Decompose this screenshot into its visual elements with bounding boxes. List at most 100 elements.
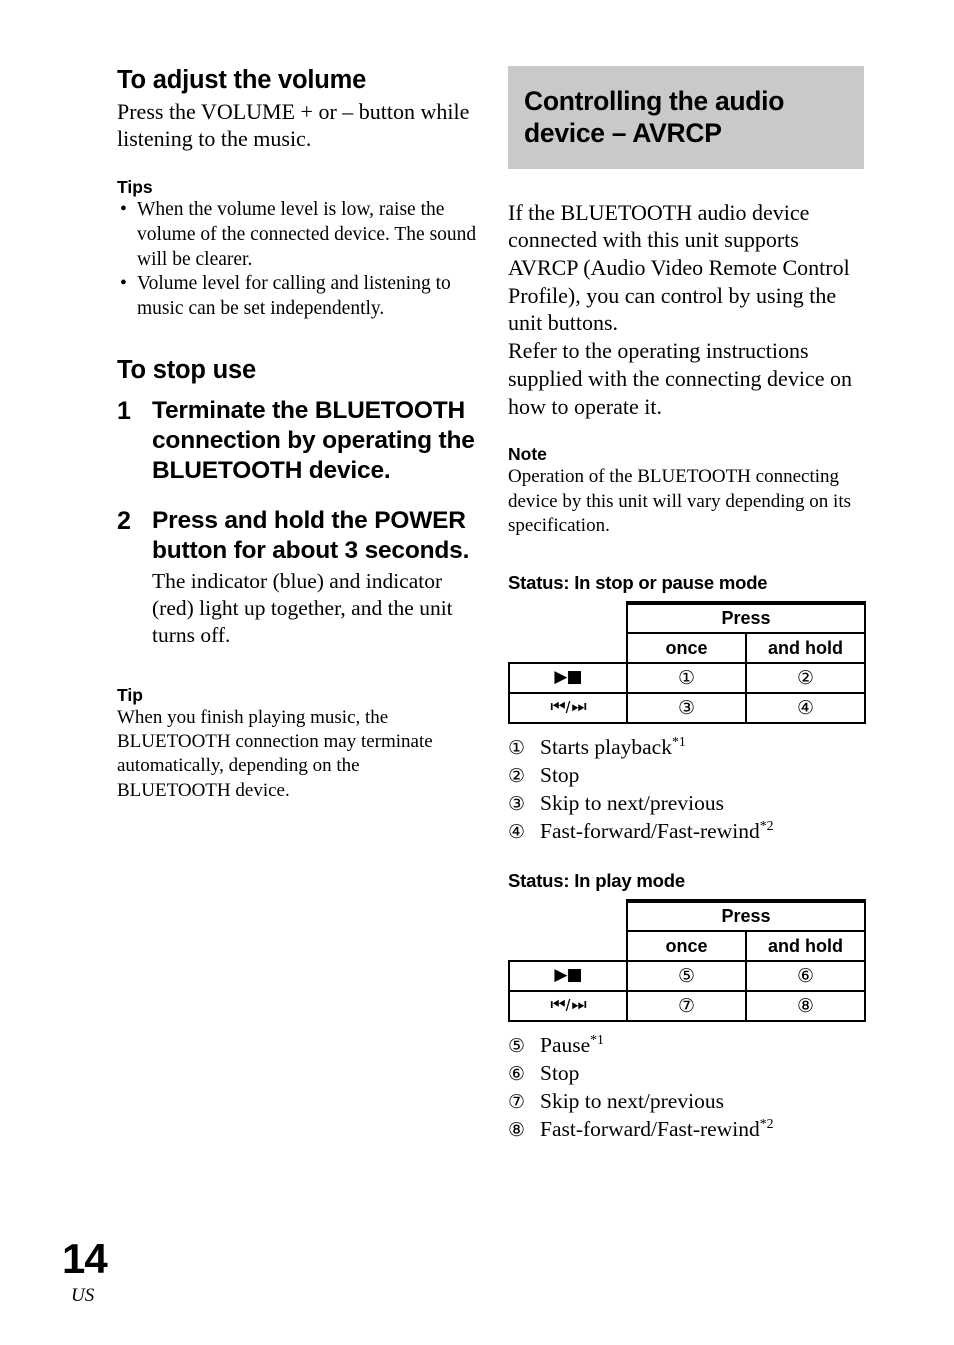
list-item: ② Stop (508, 762, 864, 790)
column-header-once: once (626, 632, 747, 665)
row-label-play-stop: ▶ ■ (508, 960, 628, 993)
play-icon: ▶ (554, 667, 567, 688)
left-column: To adjust the volume Press the VOLUME + … (117, 66, 477, 803)
tip-text: Volume level for calling and listening t… (137, 273, 451, 320)
list-item: ③ Skip to next/previous (508, 790, 864, 818)
legend-text: Pause*1 (540, 1031, 604, 1058)
heading-status-play-mode: Status: In play mode (508, 869, 685, 891)
step-body: Terminate the BLUETOOTH connection by op… (152, 396, 477, 486)
footnote-marker: *1 (590, 1031, 604, 1047)
list-item: • When the volume level is low, raise th… (117, 198, 477, 272)
step-number: 1 (117, 397, 131, 426)
legend-marker: ④ (508, 820, 526, 843)
legend-text: Stop (540, 763, 580, 788)
table-row: ⏮ / ⏭ ⑦ ⑧ (508, 990, 867, 1023)
list-item: ① Starts playback*1 (508, 734, 864, 762)
skip-next-icon: ⏭ (571, 995, 586, 1016)
table-row: ⏮ / ⏭ ③ ④ (508, 692, 867, 725)
legend-text: Skip to next/previous (540, 1089, 724, 1113)
heading-to-stop-use: To stop use (117, 355, 256, 384)
skip-prev-next-icon: ⏮ / ⏭ (550, 995, 586, 1016)
cell-marker: ⑦ (626, 990, 747, 1023)
cell-marker: ⑧ (744, 990, 867, 1023)
page-title-banner: Controlling the audio device – AVRCP (508, 66, 864, 169)
column-header-and-hold: and hold (744, 930, 867, 963)
row-label-skip-prev-next: ⏮ / ⏭ (508, 990, 628, 1023)
legend-marker: ⑧ (508, 1118, 526, 1141)
column-group-header-press: Press (625, 601, 867, 635)
footnote-marker: *2 (759, 1115, 774, 1131)
skip-next-icon: ⏭ (571, 697, 586, 718)
separator-icon: / (565, 996, 571, 1016)
legend-marker: ③ (508, 792, 526, 815)
press-table-play-mode: Press once and hold ▶ ■ ⑤ ⑥ ⏮ / ⏭ ⑦ ⑧ (508, 899, 867, 1023)
table-row: ▶ ■ ① ② (508, 662, 867, 695)
legend-list-stop-pause: ① Starts playback*1 ② Stop ③ Skip to nex… (508, 734, 864, 846)
page-footer: 14 US (62, 1235, 108, 1306)
play-stop-icon: ▶ ■ (554, 667, 583, 688)
avrcp-intro-paragraph-1: If the BLUETOOTH audio device connected … (508, 199, 850, 336)
legend-marker: ⑦ (508, 1091, 526, 1113)
tip-text: When the volume level is low, raise the … (137, 199, 477, 270)
legend-marker: ⑤ (508, 1035, 526, 1058)
list-item: ⑥ Stop (508, 1060, 864, 1088)
legend-marker: ② (508, 765, 526, 788)
corner-blank-cell (509, 931, 627, 961)
corner-blank-cell (509, 603, 627, 633)
table-header-row: Press (509, 601, 867, 635)
skip-prev-next-icon: ⏮ / ⏭ (550, 697, 586, 718)
list-item: ⑦ Skip to next/previous (508, 1088, 864, 1116)
step-title: Press and hold the POWER button for abou… (152, 507, 470, 564)
column-header-once: once (626, 930, 747, 963)
step-title: Terminate the BLUETOOTH connection by op… (152, 397, 475, 485)
cell-marker: ④ (744, 692, 867, 725)
table-header-row: once and hold (509, 632, 867, 665)
page-number: 14 (62, 1235, 108, 1282)
legend-text: Stop (540, 1061, 580, 1086)
legend-text: Starts playback*1 (540, 733, 686, 760)
corner-blank-cell (509, 901, 627, 931)
step-1: 1 Terminate the BLUETOOTH connection by … (117, 396, 477, 486)
list-item: ⑤ Pause*1 (508, 1032, 864, 1060)
avrcp-intro-paragraph-2: Refer to the operating instructions supp… (508, 338, 852, 419)
table-row: ▶ ■ ⑤ ⑥ (508, 960, 867, 993)
heading-tip: Tip (117, 685, 143, 706)
cell-marker: ② (744, 662, 867, 695)
heading-note: Note (508, 444, 547, 465)
cell-marker: ⑥ (744, 960, 867, 993)
step-2: 2 Press and hold the POWER button for ab… (117, 506, 477, 649)
table-header-row: once and hold (509, 930, 867, 963)
list-item: ⑧ Fast-forward/Fast-rewind*2 (508, 1116, 864, 1144)
legend-text: Skip to next/previous (540, 790, 724, 815)
step-body: Press and hold the POWER button for abou… (152, 506, 477, 649)
tips-list: • When the volume level is low, raise th… (117, 198, 477, 322)
cell-marker: ① (626, 662, 747, 695)
bullet-icon: • (120, 199, 127, 221)
legend-text: Fast-forward/Fast-rewind*2 (540, 817, 774, 843)
play-stop-icon: ▶ ■ (554, 965, 582, 986)
cell-marker: ⑤ (626, 960, 747, 993)
legend-list-play-mode: ⑤ Pause*1 ⑥ Stop ⑦ Skip to next/previous… (508, 1032, 864, 1144)
footnote-marker: *2 (759, 817, 774, 833)
separator-icon: / (565, 698, 571, 718)
heading-to-adjust-the-volume: To adjust the volume (117, 66, 367, 94)
play-icon: ▶ (554, 965, 567, 986)
page-title: Controlling the audio device – AVRCP (524, 86, 785, 148)
document-page: To adjust the volume Press the VOLUME + … (0, 0, 954, 1345)
footnote-marker: *1 (671, 733, 686, 749)
right-column: Controlling the audio device – AVRCP If … (508, 66, 867, 1144)
list-item: • Volume level for calling and listening… (117, 272, 477, 322)
list-item: ④ Fast-forward/Fast-rewind*2 (508, 818, 864, 846)
note-body-text: Operation of the BLUETOOTH connecting de… (508, 466, 852, 536)
legend-marker: ① (508, 737, 526, 760)
region-code: US (71, 1285, 95, 1306)
stop-icon: ■ (566, 667, 583, 688)
volume-body-text: Press the VOLUME + or – button while lis… (117, 98, 470, 152)
row-label-skip-prev-next: ⏮ / ⏭ (508, 692, 628, 725)
bullet-icon: • (120, 273, 127, 295)
tip-body-text: When you finish playing music, the BLUET… (117, 707, 433, 801)
step-number: 2 (117, 507, 131, 536)
table-header-row: Press (509, 899, 867, 933)
column-header-and-hold: and hold (744, 632, 867, 665)
press-table-stop-pause: Press once and hold ▶ ■ ① ② ⏮ / ⏭ ③ ④ (508, 601, 867, 725)
